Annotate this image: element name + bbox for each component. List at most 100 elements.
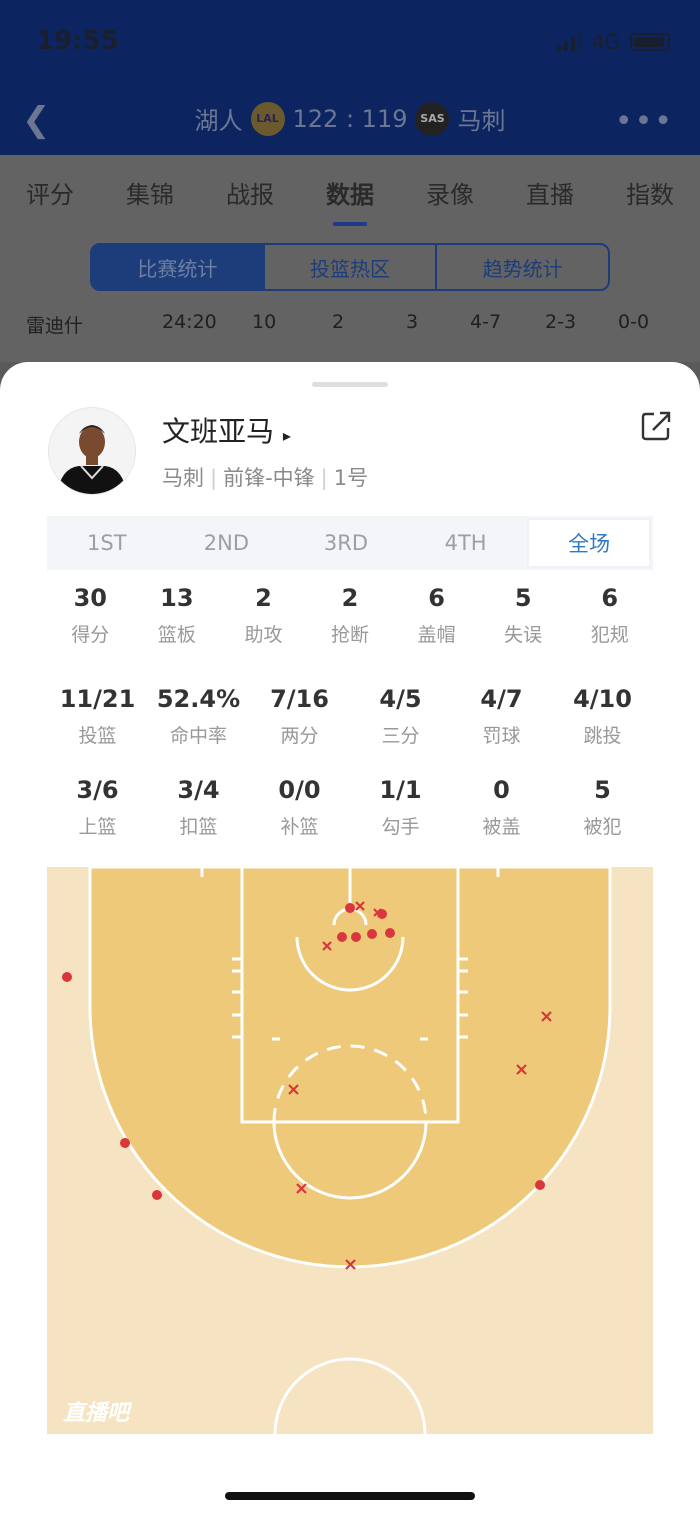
player-arrow-icon[interactable]: ▸ bbox=[283, 426, 291, 445]
stat-label: 补篮 bbox=[280, 816, 319, 838]
stat-cell: 30 得分 bbox=[47, 584, 134, 647]
stat-label: 失误 bbox=[504, 624, 543, 646]
tab-q3[interactable]: 3RD bbox=[286, 516, 406, 570]
stat-label: 上篮 bbox=[78, 816, 117, 838]
stat-label: 被盖 bbox=[482, 816, 521, 838]
stat-label: 两分 bbox=[280, 725, 319, 747]
home-indicator[interactable] bbox=[225, 1492, 475, 1500]
bg-3pt: 2-3 bbox=[545, 311, 577, 333]
stat-cell: 2 抢断 bbox=[307, 584, 394, 647]
stat-label: 助攻 bbox=[244, 624, 283, 646]
stat-value: 5 bbox=[594, 776, 611, 804]
stat-value: 3/4 bbox=[177, 776, 220, 804]
stat-value: 13 bbox=[160, 584, 194, 612]
tab-rating[interactable]: 评分 bbox=[26, 175, 74, 210]
lakers-logo-icon: LAL bbox=[250, 101, 285, 136]
player-number: 1号 bbox=[333, 466, 369, 490]
tab-live[interactable]: 直播 bbox=[526, 175, 574, 210]
tab-replay[interactable]: 录像 bbox=[426, 175, 474, 210]
stat-cell: 0 被盖 bbox=[451, 776, 552, 839]
tab-highlights[interactable]: 集锦 bbox=[126, 175, 174, 210]
tab-q2[interactable]: 2ND bbox=[167, 516, 287, 570]
stat-label: 投篮 bbox=[78, 725, 117, 747]
stat-label: 盖帽 bbox=[417, 624, 456, 646]
stat-cell: 4/10 跳投 bbox=[552, 685, 653, 748]
stat-value: 6 bbox=[428, 584, 445, 612]
stat-value: 30 bbox=[73, 584, 107, 612]
stat-cell: 13 篮板 bbox=[134, 584, 221, 647]
player-name[interactable]: 文班亚马 bbox=[162, 415, 274, 448]
stat-label: 三分 bbox=[381, 725, 420, 747]
score: 122 : 119 bbox=[292, 104, 408, 133]
stats-row-basic: 30 得分 13 篮板 2 助攻 2 抢断 6 盖帽 5 失误 6 犯规 bbox=[47, 584, 653, 647]
stat-label: 犯规 bbox=[590, 624, 629, 646]
stat-cell: 4/7 罚球 bbox=[451, 685, 552, 748]
app-header: 19:55 4G ❮ 湖人 LAL 122 : 119 SAS 马刺 ••• bbox=[0, 0, 700, 155]
bg-rebounds: 2 bbox=[332, 311, 345, 333]
bg-ft: 0-0 bbox=[618, 311, 650, 333]
stat-cell: 4/5 三分 bbox=[350, 685, 451, 748]
quarter-tabs: 1ST 2ND 3RD 4TH 全场 bbox=[47, 516, 653, 570]
stat-label: 罚球 bbox=[482, 725, 521, 747]
stat-cell: 1/1 勾手 bbox=[350, 776, 451, 839]
stat-value: 4/5 bbox=[379, 685, 422, 713]
stat-label: 扣篮 bbox=[179, 816, 218, 838]
segment-shot-chart[interactable]: 投篮热区 bbox=[262, 245, 436, 289]
stat-value: 5 bbox=[514, 584, 532, 612]
segment-game-stats[interactable]: 比赛统计 bbox=[92, 245, 263, 289]
stat-cell: 6 盖帽 bbox=[393, 584, 480, 647]
watermark-logo: 直播吧 bbox=[63, 1401, 130, 1426]
stat-label: 被犯 bbox=[583, 816, 622, 838]
stat-segment-control: 比赛统计 投篮热区 趋势统计 bbox=[90, 243, 610, 291]
network-label: 4G bbox=[591, 30, 620, 54]
signal-icon bbox=[556, 33, 582, 51]
background-player-row: 雷迪什 24:20 10 2 3 4-7 2-3 0-0 bbox=[0, 305, 700, 339]
stat-cell: 2 助攻 bbox=[220, 584, 307, 647]
stat-value: 2 bbox=[255, 584, 272, 612]
stats-row-shot-types: 3/6 上篮 3/4 扣篮 0/0 补篮 1/1 勾手 0 被盖 5 被犯 bbox=[47, 776, 653, 839]
tab-report[interactable]: 战报 bbox=[226, 175, 274, 210]
status-icons: 4G bbox=[556, 30, 670, 54]
stat-cell: 3/6 上篮 bbox=[47, 776, 148, 839]
bg-fg: 4-7 bbox=[470, 311, 502, 333]
bg-minutes: 24:20 bbox=[162, 311, 217, 333]
player-sheet: 文班亚马 ▸ 马刺 | 前锋-中锋 | 1号 1ST 2ND 3RD 4TH 全场 30… bbox=[0, 362, 700, 1515]
player-position: 前锋-中锋 bbox=[223, 466, 315, 490]
player-name-row[interactable]: 文班亚马 ▸ bbox=[162, 410, 291, 450]
sheet-drag-handle[interactable] bbox=[312, 382, 388, 387]
court-svg bbox=[62, 867, 612, 1434]
share-icon[interactable] bbox=[640, 410, 672, 442]
stat-cell: 5 失误 bbox=[480, 584, 567, 647]
more-dots-icon[interactable]: ••• bbox=[615, 104, 674, 139]
player-team: 马刺 bbox=[162, 466, 204, 490]
stat-value: 0 bbox=[493, 776, 510, 804]
scoreboard: 湖人 LAL 122 : 119 SAS 马刺 bbox=[0, 101, 700, 136]
stat-value: 4/10 bbox=[573, 685, 632, 713]
tab-full-game[interactable]: 全场 bbox=[527, 518, 651, 568]
segment-trend[interactable]: 趋势统计 bbox=[435, 245, 608, 289]
stat-cell: 11/21 投篮 bbox=[47, 685, 148, 748]
bg-points: 10 bbox=[252, 311, 277, 333]
stat-value: 2 bbox=[341, 584, 359, 612]
tab-q4[interactable]: 4TH bbox=[406, 516, 526, 570]
stat-value: 7/16 bbox=[270, 685, 329, 713]
battery-icon bbox=[630, 33, 670, 51]
stat-cell: 6 犯规 bbox=[566, 584, 653, 647]
shot-chart-court: 直播吧 bbox=[47, 867, 653, 1434]
stats-row-shooting: 11/21 投篮 52.4% 命中率 7/16 两分 4/5 三分 4/7 罚球 4/10… bbox=[47, 685, 653, 748]
stat-label: 跳投 bbox=[583, 725, 622, 747]
stat-label: 抢断 bbox=[331, 624, 370, 646]
stat-label: 篮板 bbox=[157, 624, 196, 646]
main-tabs: 评分 集锦 战报 数据 录像 直播 指数 bbox=[0, 155, 700, 230]
tab-data[interactable]: 数据 bbox=[326, 175, 374, 226]
bg-player-name: 雷迪什 bbox=[26, 315, 84, 337]
stat-value: 11/21 bbox=[59, 685, 136, 713]
spurs-logo-icon: SAS bbox=[415, 101, 450, 136]
stat-value: 4/7 bbox=[480, 685, 523, 713]
stat-value: 3/6 bbox=[76, 776, 119, 804]
tab-odds[interactable]: 指数 bbox=[626, 175, 674, 210]
stat-label: 得分 bbox=[71, 624, 110, 646]
tab-q1[interactable]: 1ST bbox=[47, 516, 167, 570]
stat-cell: 0/0 补篮 bbox=[249, 776, 350, 839]
stat-value: 52.4% bbox=[156, 685, 241, 713]
